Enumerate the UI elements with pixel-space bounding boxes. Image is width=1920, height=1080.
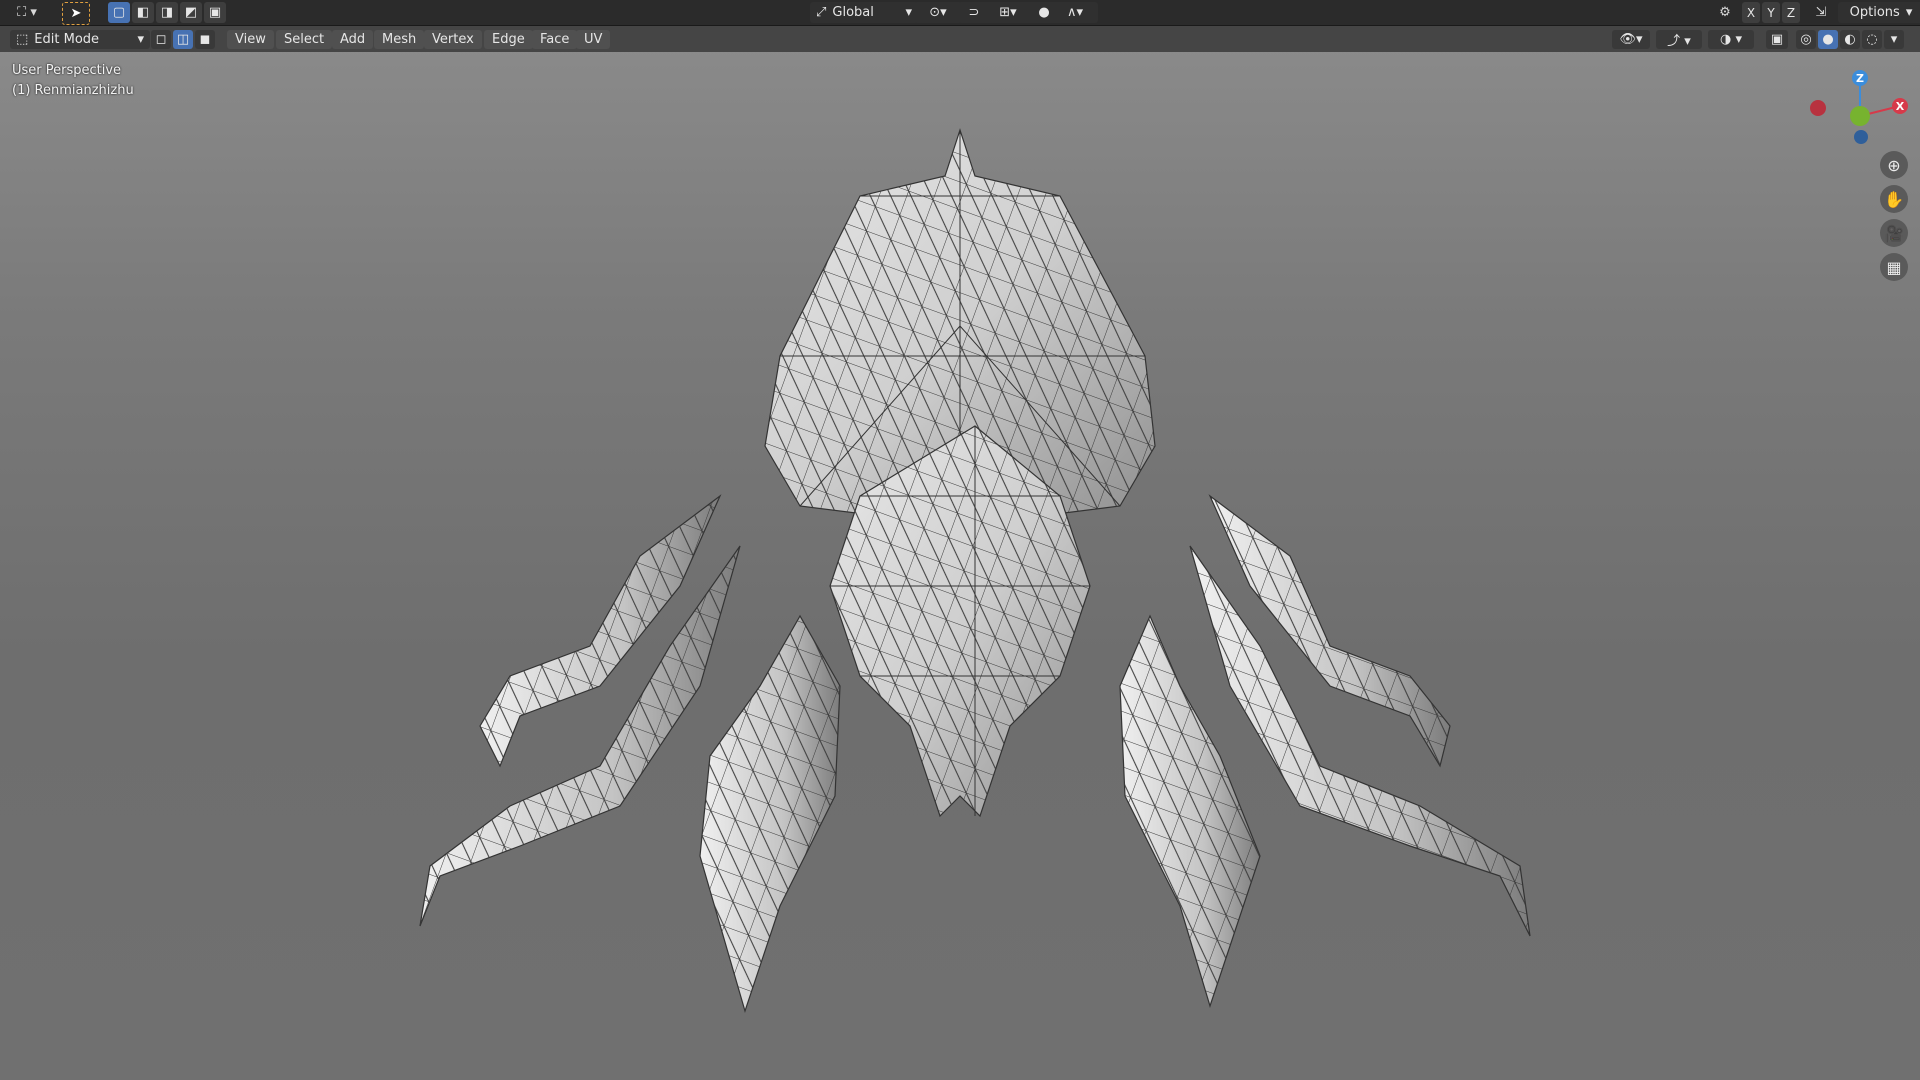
camera-icon[interactable]: 🎥 xyxy=(1880,219,1908,247)
gizmo-neg-x-axis[interactable] xyxy=(1810,100,1826,116)
orientation-icon: ⤢ xyxy=(816,5,827,20)
select-extend-icon[interactable]: ◧ xyxy=(132,2,154,23)
mirror-icon[interactable]: ⚙ xyxy=(1714,2,1736,23)
zoom-icon[interactable]: ⊕ xyxy=(1880,151,1908,179)
menu-add[interactable]: Add xyxy=(332,30,374,49)
overlay-toggle-icon[interactable]: ◑ ▾ xyxy=(1708,30,1754,49)
perspective-label: User Perspective xyxy=(12,63,122,78)
menu-view[interactable]: View xyxy=(227,30,274,49)
solid-shading-icon[interactable]: ● xyxy=(1818,30,1838,49)
spider-mesh xyxy=(419,128,1531,1014)
ortho-grid-icon[interactable]: ▦ xyxy=(1880,253,1908,281)
mirror-y-button[interactable]: Y xyxy=(1762,2,1780,23)
gizmo-z-axis[interactable]: Z xyxy=(1852,70,1868,86)
edge-select-icon[interactable]: ◫ xyxy=(173,30,193,49)
select-subtract-icon[interactable]: ◨ xyxy=(156,2,178,23)
menu-uv[interactable]: UV xyxy=(576,30,611,49)
gizmo-x-axis[interactable]: X xyxy=(1892,98,1908,114)
options-dropdown[interactable]: Options ▾ xyxy=(1838,2,1920,23)
chevron-down-icon: ▾ xyxy=(905,5,912,20)
tweak-tool-icon[interactable]: ➤ xyxy=(62,2,90,25)
chevron-down-icon: ▾ xyxy=(137,32,144,47)
orientation-label: Global xyxy=(832,5,874,20)
menu-edge[interactable]: Edge xyxy=(484,30,533,49)
menu-mesh[interactable]: Mesh xyxy=(374,30,425,49)
transform-orientation-dropdown[interactable]: ⤢ Global ▾ xyxy=(810,2,918,23)
gizmo-neg-z-axis[interactable] xyxy=(1854,130,1868,144)
wireframe-shading-icon[interactable]: ◎ xyxy=(1796,30,1816,49)
viewport-header: ⬚ Edit Mode ▾ ◻ ◫ ◼ View Select Add Mesh… xyxy=(0,26,1920,52)
select-invert-icon[interactable]: ◩ xyxy=(180,2,202,23)
pivot-point-icon[interactable]: ⊙▾ xyxy=(914,2,962,23)
gizmo-toggle-icon[interactable]: ⤴ ▾ xyxy=(1656,30,1702,49)
options-label: Options xyxy=(1849,5,1900,20)
3d-viewport[interactable]: User Perspective (1) Renmianzhizhu Z X ⊕… xyxy=(0,26,1920,1080)
select-new-icon[interactable]: ▢ xyxy=(108,2,130,23)
mode-dropdown[interactable]: ⬚ Edit Mode ▾ xyxy=(10,30,150,49)
xray-toggle-icon[interactable]: ▣ xyxy=(1766,30,1788,49)
visibility-icon[interactable]: 👁▾ xyxy=(1612,30,1650,49)
vertex-select-icon[interactable]: ◻ xyxy=(151,30,171,49)
menu-select[interactable]: Select xyxy=(276,30,333,49)
leg-left-far xyxy=(419,545,741,927)
material-shading-icon[interactable]: ◐ xyxy=(1840,30,1860,49)
navigation-gizmo[interactable]: Z X xyxy=(1810,66,1920,166)
gizmo-y-axis[interactable] xyxy=(1850,106,1870,126)
mode-label: Edit Mode xyxy=(34,32,100,47)
top-toolbar: ⛶ ▾ ➤ ▢ ◧ ◨ ◩ ▣ ⤢ Global ▾ ⊙▾ ⊃ ⊞▾ ● ∧▾ … xyxy=(0,0,1920,26)
claw-left xyxy=(699,614,841,1014)
falloff-icon[interactable]: ∧▾ xyxy=(1052,2,1098,23)
edit-mode-icon: ⬚ xyxy=(16,32,29,47)
auto-merge-icon[interactable]: ⇲ xyxy=(1810,2,1832,23)
mirror-x-button[interactable]: X xyxy=(1742,2,1760,23)
mirror-z-button[interactable]: Z xyxy=(1782,2,1800,23)
object-label: (1) Renmianzhizhu xyxy=(12,83,134,98)
select-intersect-icon[interactable]: ▣ xyxy=(204,2,226,23)
shading-options-chevron-icon[interactable]: ▾ xyxy=(1884,30,1904,49)
pan-hand-icon[interactable]: ✋ xyxy=(1880,185,1908,213)
rendered-shading-icon[interactable]: ◌ xyxy=(1862,30,1882,49)
face-select-icon[interactable]: ◼ xyxy=(195,30,215,49)
menu-vertex[interactable]: Vertex xyxy=(424,30,482,49)
chevron-down-icon: ▾ xyxy=(1905,5,1913,20)
menu-face[interactable]: Face xyxy=(532,30,578,49)
editor-type-icon[interactable]: ⛶ ▾ xyxy=(10,2,44,23)
snap-target-icon[interactable]: ⊞▾ xyxy=(982,2,1034,23)
